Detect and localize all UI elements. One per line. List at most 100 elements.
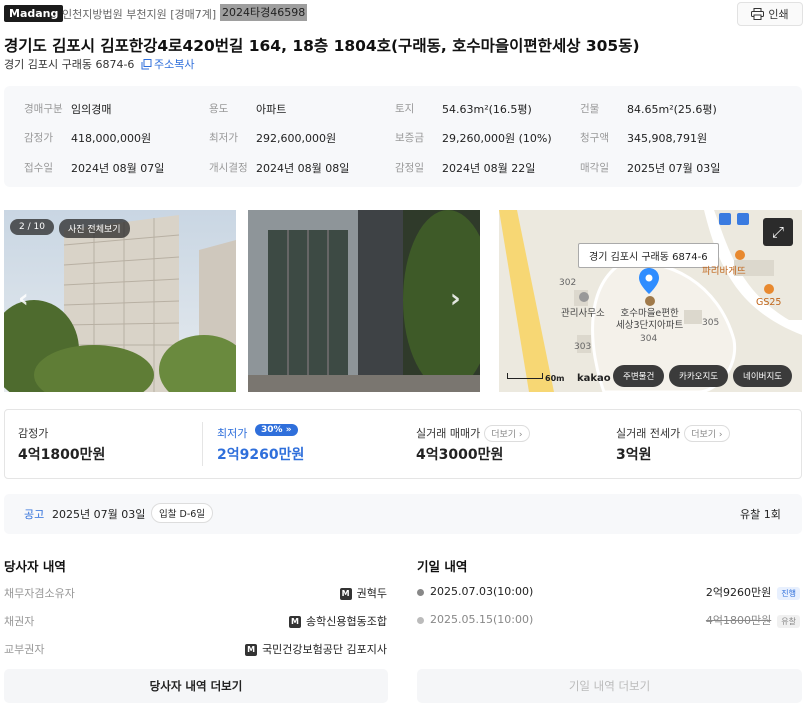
map-scale-label: 60m xyxy=(545,374,565,383)
status-badge: 진행 xyxy=(777,587,800,600)
poi-office-label: 관리사무소 xyxy=(561,308,605,319)
info-value: 418,000,000원 xyxy=(71,132,152,145)
price-summary xyxy=(4,409,802,479)
member-icon: M xyxy=(339,588,352,600)
nearby-properties-button[interactable]: 주변물건 xyxy=(613,365,665,387)
party-label-creditor: 채권자 xyxy=(4,615,35,628)
date-row-1-price: 2억9260만원 진행 xyxy=(706,584,800,600)
copy-address-label: 주소복사 xyxy=(154,58,195,71)
info-value: 29,260,000원 (10%) xyxy=(442,132,552,145)
copy-icon xyxy=(141,58,152,69)
trade-price-value: 4억3000만원 xyxy=(416,447,504,463)
price-divider xyxy=(202,422,203,466)
info-label: 건물 xyxy=(580,103,600,115)
member-icon: M xyxy=(245,644,258,656)
map-pin-label: 경기 김포시 구래동 6874-6 xyxy=(578,243,719,268)
trade-price-label-text: 실거래 매매가 xyxy=(416,427,481,440)
info-label: 감정일 xyxy=(395,162,424,174)
property-photo-1[interactable]: 2 / 10 사진 전체보기 ‹ xyxy=(4,210,236,392)
party-value-creditor: M 송학신용협동조합 xyxy=(289,613,387,629)
map-fullscreen-icon[interactable]: ⤢ xyxy=(763,218,793,246)
info-value: 임의경매 xyxy=(71,103,112,116)
info-label: 용도 xyxy=(209,103,229,115)
info-label: 접수일 xyxy=(24,162,53,174)
location-map[interactable]: ⤢ 경기 김포시 구래동 6874-6 호수마을e편한 세상3단지아파트 관리사… xyxy=(499,210,802,392)
trade-price-label: 실거래 매매가 더보기 › xyxy=(416,425,530,442)
date-row-1-date: 2025.07.03(10:00) xyxy=(430,585,534,598)
date-row-1: 2025.07.03(10:00) xyxy=(417,585,533,598)
date-row-1-price-value: 2억9260만원 xyxy=(705,586,772,599)
date-row-2-price: 4억1800만원 유찰 xyxy=(706,612,800,628)
minimum-percent-badge: 30% » xyxy=(255,424,298,436)
info-value: 아파트 xyxy=(256,103,287,116)
building-303-label: 303 xyxy=(574,342,592,352)
lease-price-label: 실거래 전세가 더보기 › xyxy=(616,425,730,442)
printer-icon xyxy=(751,8,765,20)
minimum-value: 2억9260만원 xyxy=(217,447,305,463)
dates-more-button[interactable]: 기일 내역 더보기 xyxy=(417,669,802,703)
dday-badge: 입찰 D-6일 xyxy=(151,503,214,523)
print-button[interactable]: 인쇄 xyxy=(737,2,803,26)
chevron-down-icon: » xyxy=(285,425,292,435)
building-302-label: 302 xyxy=(559,278,577,288)
bus-stop-icon-2 xyxy=(737,213,749,225)
building-305-label: 305 xyxy=(702,318,720,328)
info-value: 345,908,791원 xyxy=(627,132,708,145)
info-value: 2024년 08월 08일 xyxy=(256,162,350,175)
bakery-poi-icon xyxy=(735,250,745,260)
photo-prev-arrow-icon[interactable]: ‹ xyxy=(18,284,29,314)
party-creditor-name: 송학신용협동조합 xyxy=(306,615,387,628)
lease-price-value: 3억원 xyxy=(616,447,652,463)
gs25-poi-icon xyxy=(764,284,774,294)
member-icon: M xyxy=(289,616,302,628)
info-label: 경매구분 xyxy=(24,103,63,115)
dates-title: 기일 내역 xyxy=(417,559,468,574)
trade-more-label: 더보기 xyxy=(491,430,517,440)
poi-bakery-label: 파리바게뜨 xyxy=(702,266,746,277)
lease-more-button[interactable]: 더보기 › xyxy=(684,425,730,442)
lot-address: 경기 김포시 구래동 6874-6 xyxy=(4,58,135,71)
entrance-photo xyxy=(248,210,480,392)
madang-logo[interactable]: Madang xyxy=(4,5,64,22)
property-photo-2[interactable]: › xyxy=(248,210,480,392)
appraisal-label: 감정가 xyxy=(18,427,49,440)
party-label-distributee: 교부권자 xyxy=(4,643,45,656)
date-row-2: 2025.05.15(10:00) xyxy=(417,613,533,626)
map-pin-icon xyxy=(639,268,659,294)
case-number: 2024타경46598 xyxy=(220,4,308,21)
info-value: 54.63m²(16.5평) xyxy=(442,103,532,116)
building-304-label: 304 xyxy=(640,334,658,344)
bus-stop-icon xyxy=(719,213,731,225)
info-label: 토지 xyxy=(395,103,415,115)
party-owner-name: 권혁두 xyxy=(356,587,387,600)
lease-more-label: 더보기 xyxy=(691,430,717,440)
kakao-logo: kakao xyxy=(577,373,611,384)
court-name: 인천지방법원 부천지원 [경매7계] xyxy=(62,8,217,21)
info-label: 감정가 xyxy=(24,132,53,144)
info-label: 보증금 xyxy=(395,132,424,144)
kakao-map-button[interactable]: 카카오지도 xyxy=(669,365,729,387)
info-label: 최저가 xyxy=(209,132,238,144)
party-distributee-name: 국민건강보험공단 김포지사 xyxy=(262,643,387,656)
party-value-owner: M 권혁두 xyxy=(339,585,387,601)
date-row-2-price-value: 4억1800만원 xyxy=(705,614,772,627)
info-value: 84.65m²(25.6평) xyxy=(627,103,717,116)
parties-title: 당사자 내역 xyxy=(4,559,66,574)
view-all-photos-button[interactable]: 사진 전체보기 xyxy=(59,219,130,238)
info-label: 매각일 xyxy=(580,162,609,174)
copy-address-button[interactable]: 주소복사 xyxy=(141,56,194,72)
naver-map-button[interactable]: 네이버지도 xyxy=(733,365,793,387)
photo-next-arrow-icon[interactable]: › xyxy=(450,284,461,314)
notice-tag: 공고 xyxy=(24,508,45,521)
minimum-label: 최저가 xyxy=(217,427,248,440)
status-badge: 유찰 xyxy=(777,615,800,628)
bullet-icon xyxy=(417,616,424,624)
trade-more-button[interactable]: 더보기 › xyxy=(484,425,530,442)
info-value: 292,600,000원 xyxy=(256,132,337,145)
poi-gs25-label: GS25 xyxy=(756,297,782,308)
party-label-owner: 채무자겸소유자 xyxy=(4,587,75,600)
lease-price-label-text: 실거래 전세가 xyxy=(616,427,681,440)
info-label: 개시결정 xyxy=(209,162,248,174)
parties-more-button[interactable]: 당사자 내역 더보기 xyxy=(4,669,388,703)
date-row-2-date: 2025.05.15(10:00) xyxy=(430,613,534,626)
